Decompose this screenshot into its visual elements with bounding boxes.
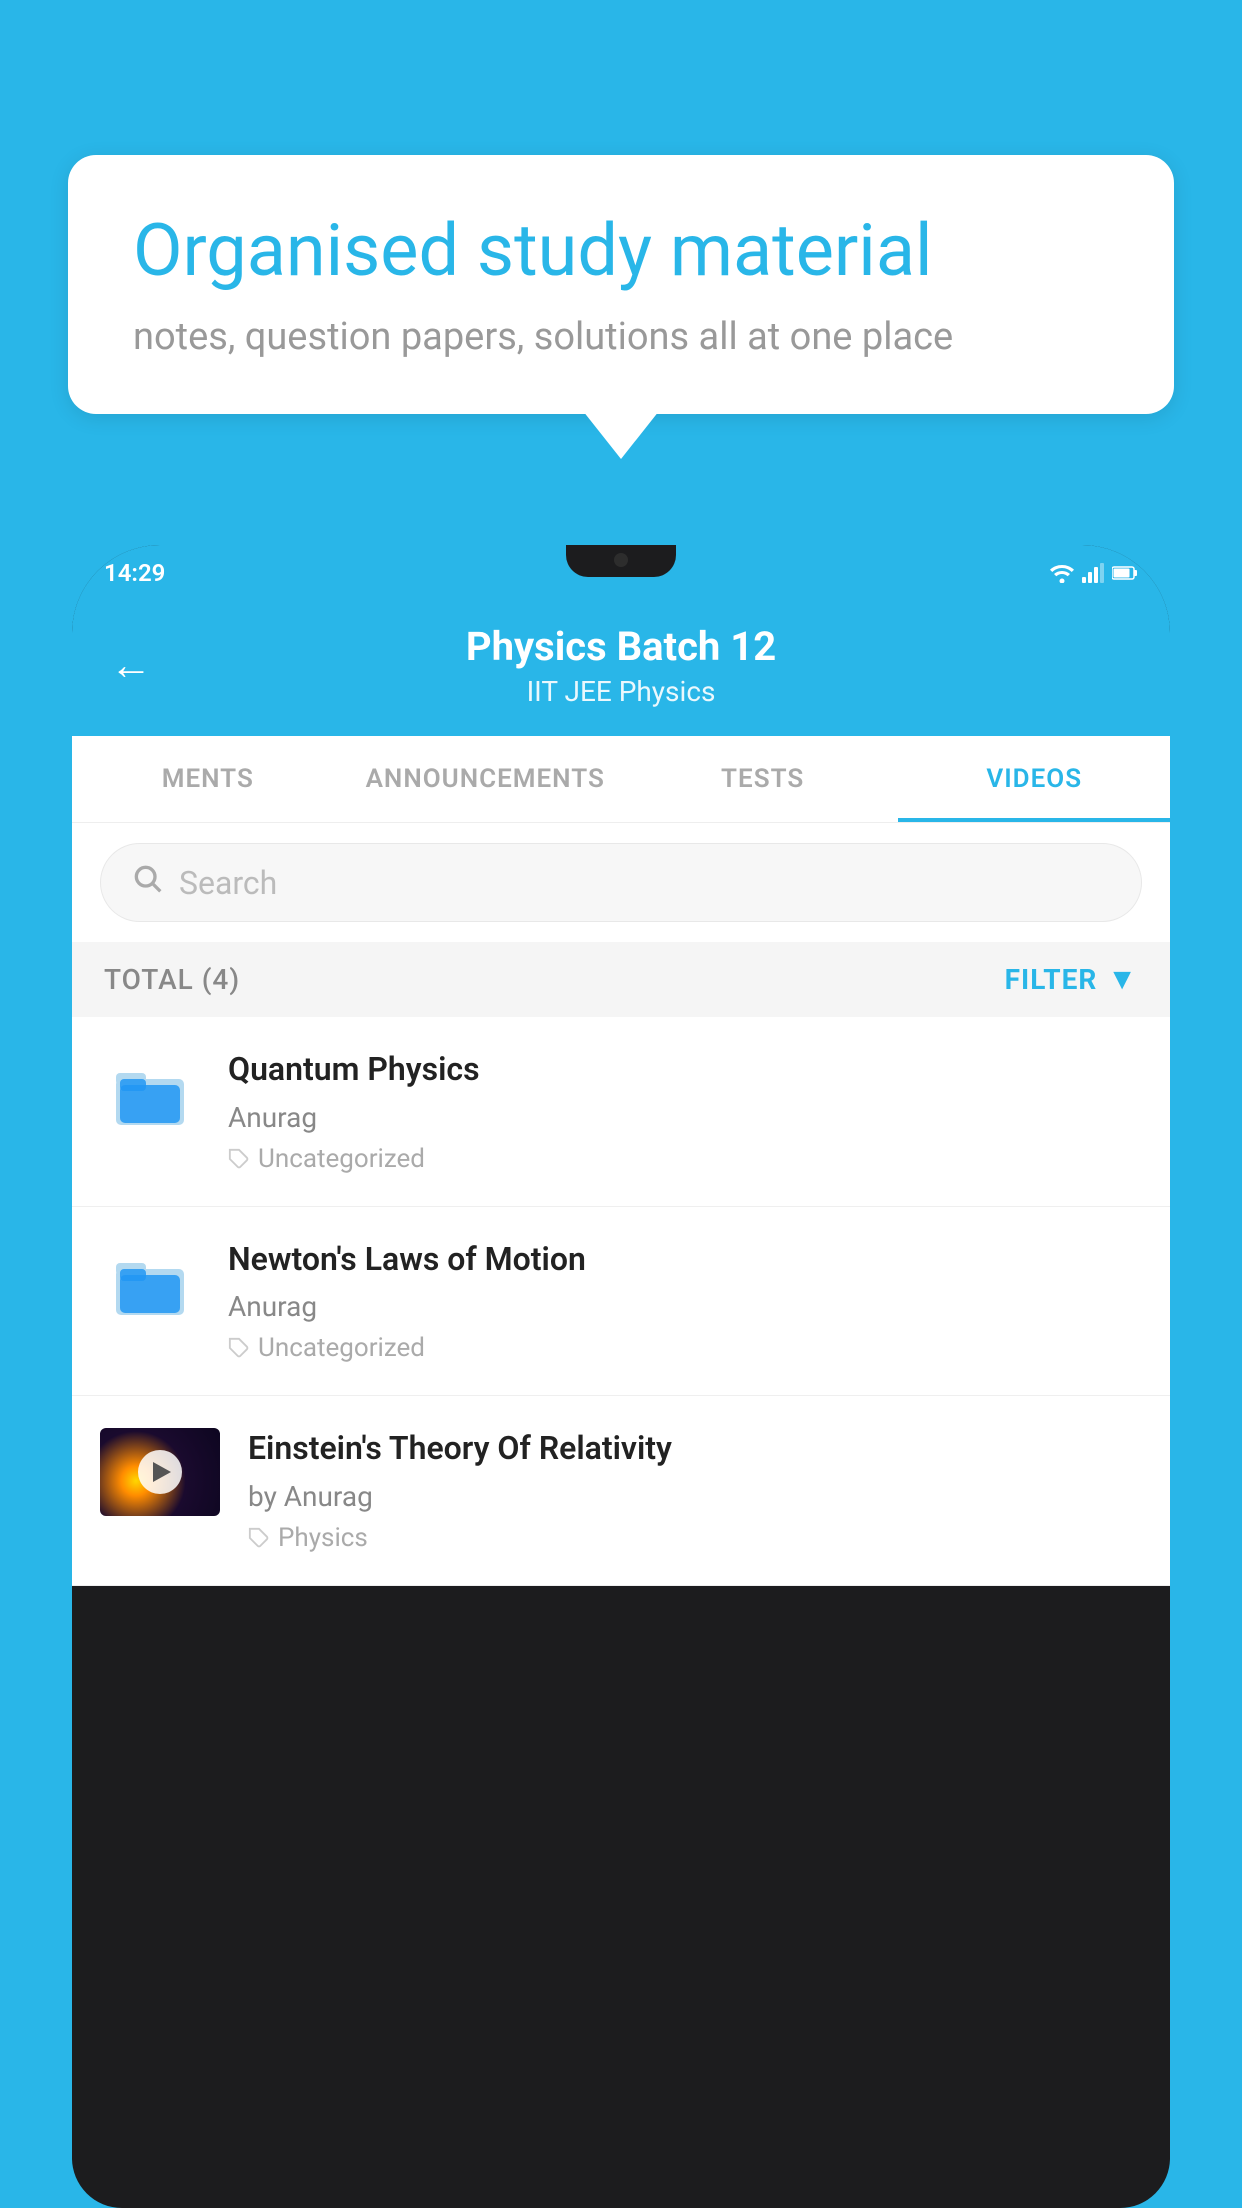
wifi-icon bbox=[1050, 563, 1074, 583]
header-subtitle: IIT JEE Physics bbox=[182, 675, 1060, 708]
search-icon bbox=[131, 862, 163, 903]
filter-button[interactable]: FILTER ▼ bbox=[1005, 962, 1138, 997]
filter-row: TOTAL (4) FILTER ▼ bbox=[72, 942, 1170, 1017]
speech-bubble: Organised study material notes, question… bbox=[68, 155, 1174, 414]
video-title: Quantum Physics bbox=[228, 1049, 1142, 1091]
video-info: Einstein's Theory Of Relativity by Anura… bbox=[248, 1428, 1142, 1553]
video-tag: Physics bbox=[248, 1523, 1142, 1553]
folder-icon-wrap bbox=[100, 1049, 200, 1137]
folder-icon bbox=[114, 1247, 186, 1319]
tag-icon bbox=[248, 1527, 270, 1549]
bubble-subtitle: notes, question papers, solutions all at… bbox=[133, 315, 1109, 359]
video-author: by Anurag bbox=[248, 1480, 1142, 1513]
tab-ments[interactable]: MENTS bbox=[72, 736, 344, 822]
video-info: Quantum Physics Anurag Uncategorized bbox=[228, 1049, 1142, 1174]
search-bar-wrapper: Search bbox=[72, 823, 1170, 942]
video-title: Newton's Laws of Motion bbox=[228, 1239, 1142, 1281]
header-main-title: Physics Batch 12 bbox=[182, 623, 1060, 670]
video-info: Newton's Laws of Motion Anurag Uncategor… bbox=[228, 1239, 1142, 1364]
status-bar: 14:29 bbox=[72, 545, 1170, 601]
folder-icon bbox=[114, 1057, 186, 1129]
tag-icon bbox=[228, 1148, 250, 1170]
search-bar[interactable]: Search bbox=[100, 843, 1142, 922]
notch bbox=[566, 545, 676, 577]
phone-frame: 14:29 ← Phys bbox=[72, 545, 1170, 2208]
video-thumbnail bbox=[100, 1428, 220, 1516]
video-tag: Uncategorized bbox=[228, 1333, 1142, 1363]
video-author: Anurag bbox=[228, 1290, 1142, 1323]
play-icon bbox=[153, 1462, 171, 1482]
list-item[interactable]: Einstein's Theory Of Relativity by Anura… bbox=[72, 1396, 1170, 1586]
tab-announcements[interactable]: ANNOUNCEMENTS bbox=[344, 736, 627, 822]
bubble-title: Organised study material bbox=[133, 210, 1109, 293]
video-tag: Uncategorized bbox=[228, 1144, 1142, 1174]
tab-videos[interactable]: VIDEOS bbox=[898, 736, 1170, 822]
app-header: ← Physics Batch 12 IIT JEE Physics bbox=[72, 601, 1170, 736]
tag-icon bbox=[228, 1337, 250, 1359]
filter-icon: ▼ bbox=[1107, 962, 1138, 997]
battery-icon bbox=[1112, 565, 1138, 581]
tab-tests[interactable]: TESTS bbox=[627, 736, 899, 822]
video-title: Einstein's Theory Of Relativity bbox=[248, 1428, 1142, 1470]
camera bbox=[614, 553, 628, 567]
tabs-bar: MENTS ANNOUNCEMENTS TESTS VIDEOS bbox=[72, 736, 1170, 823]
status-icons bbox=[1050, 563, 1138, 583]
status-time: 14:29 bbox=[104, 559, 165, 587]
search-placeholder: Search bbox=[179, 864, 277, 902]
folder-icon-wrap bbox=[100, 1239, 200, 1327]
list-item[interactable]: Quantum Physics Anurag Uncategorized bbox=[72, 1017, 1170, 1207]
header-title-block: Physics Batch 12 IIT JEE Physics bbox=[182, 623, 1060, 708]
speech-bubble-wrapper: Organised study material notes, question… bbox=[68, 155, 1174, 414]
total-count: TOTAL (4) bbox=[104, 963, 240, 996]
play-button[interactable] bbox=[138, 1450, 182, 1494]
video-list: Quantum Physics Anurag Uncategorized bbox=[72, 1017, 1170, 1586]
back-button[interactable]: ← bbox=[110, 641, 152, 690]
signal-icon bbox=[1082, 563, 1104, 583]
video-author: Anurag bbox=[228, 1101, 1142, 1134]
list-item[interactable]: Newton's Laws of Motion Anurag Uncategor… bbox=[72, 1207, 1170, 1397]
